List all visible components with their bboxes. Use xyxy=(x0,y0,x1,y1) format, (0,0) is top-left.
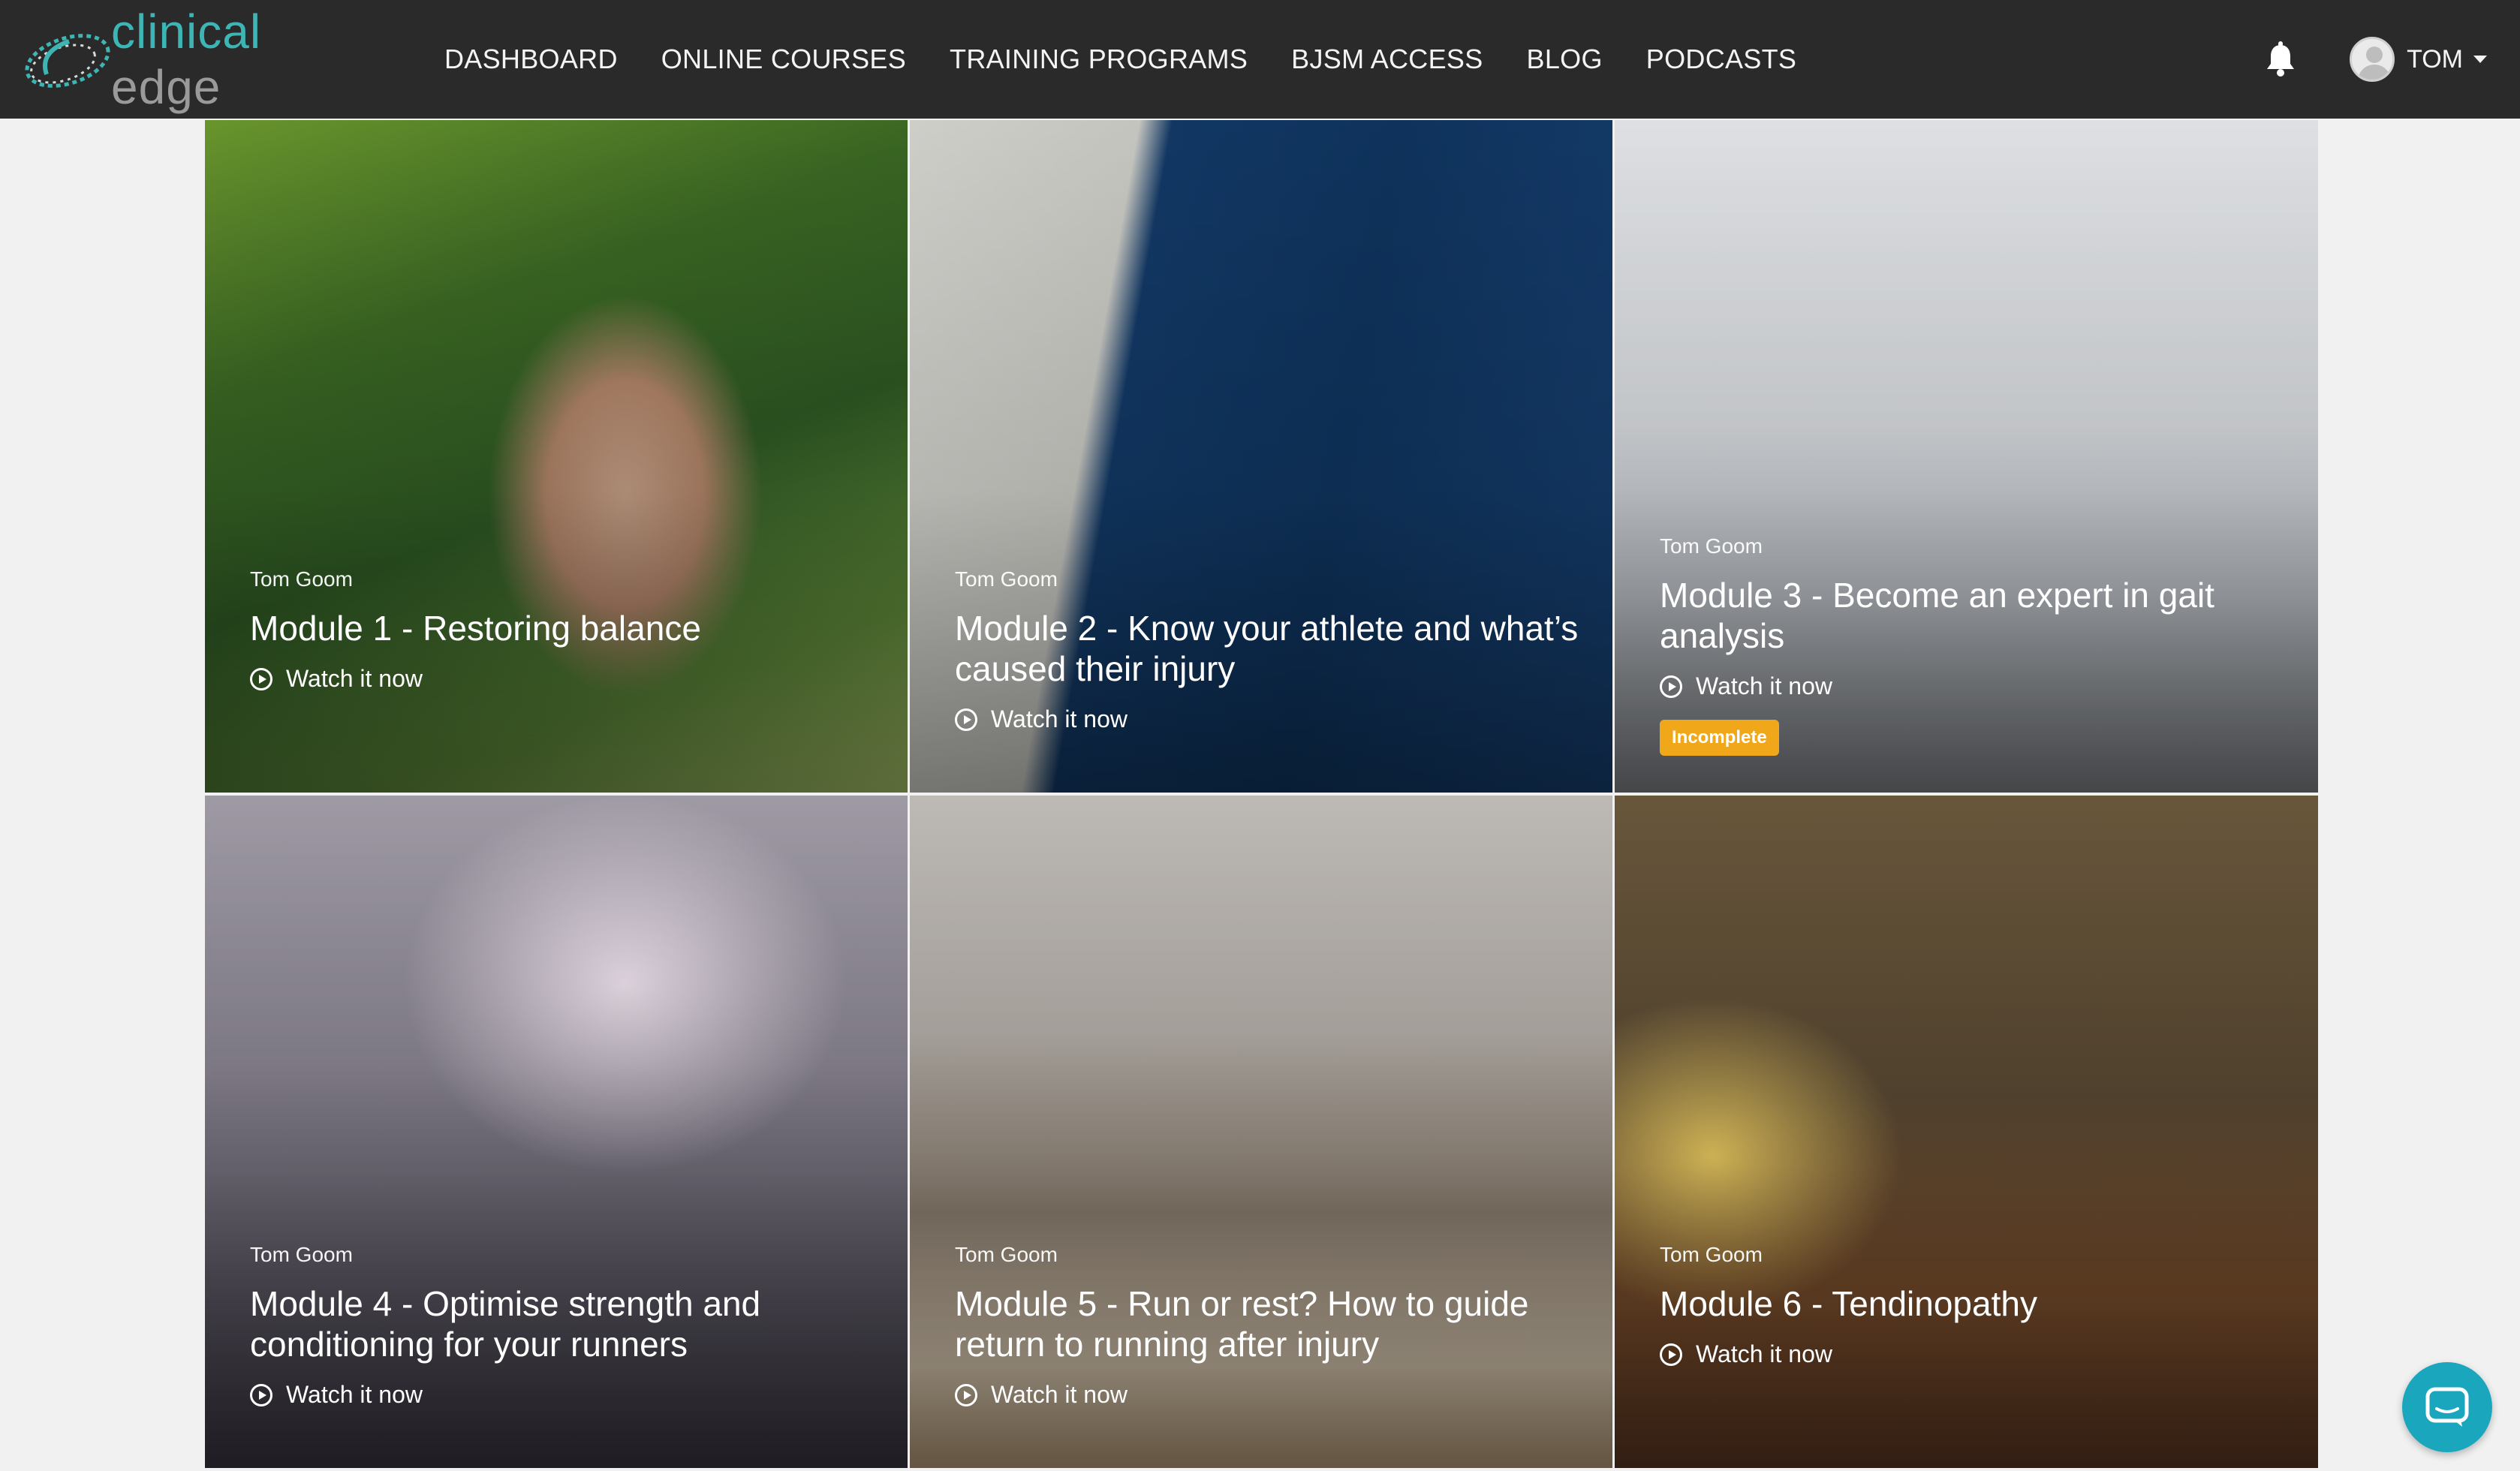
logo-swirl-icon xyxy=(17,22,114,97)
module-author: Tom Goom xyxy=(250,567,353,591)
watch-link[interactable]: Watch it now xyxy=(250,1381,878,1409)
chat-icon[interactable] xyxy=(2402,1362,2492,1452)
play-circle-icon xyxy=(250,1383,272,1406)
user-area: TOM xyxy=(2264,0,2487,119)
watch-link[interactable]: Watch it now xyxy=(250,665,878,693)
watch-link[interactable]: Watch it now xyxy=(1660,1340,2288,1368)
module-author: Tom Goom xyxy=(955,567,1058,591)
module-title: Module 6 - Tendinopathy xyxy=(1660,1284,2037,1323)
module-card-info: Tom Goom Module 1 - Restoring balance Wa… xyxy=(250,567,878,693)
brand-logo[interactable]: clinical edge xyxy=(17,5,384,114)
module-card-info: Tom Goom Module 5 - Run or rest? How to … xyxy=(955,1243,1582,1409)
module-card-6[interactable]: Tom Goom Module 6 - Tendinopathy Watch i… xyxy=(1615,796,2318,1468)
module-card-info: Tom Goom Module 3 - Become an expert in … xyxy=(1660,534,2288,756)
module-title: Module 3 - Become an expert in gait anal… xyxy=(1660,576,2214,655)
watch-link[interactable]: Watch it now xyxy=(955,1381,1582,1409)
play-circle-icon xyxy=(955,1383,977,1406)
nav-online-courses[interactable]: ONLINE COURSES xyxy=(661,44,906,75)
watch-label: Watch it now xyxy=(286,1381,423,1408)
watch-label: Watch it now xyxy=(286,665,423,692)
module-card-info: Tom Goom Module 2 - Know your athlete an… xyxy=(955,567,1582,733)
module-author: Tom Goom xyxy=(1660,1243,1763,1266)
avatar[interactable] xyxy=(2350,37,2395,82)
nav-podcasts[interactable]: PODCASTS xyxy=(1646,44,1796,75)
nav-blog[interactable]: BLOG xyxy=(1527,44,1603,75)
watch-link[interactable]: Watch it now xyxy=(955,705,1582,733)
watch-label: Watch it now xyxy=(991,1381,1128,1408)
module-card-info: Tom Goom Module 4 - Optimise strength an… xyxy=(250,1243,878,1409)
brand-name-secondary: edge xyxy=(111,60,221,114)
module-card-3[interactable]: Tom Goom Module 3 - Become an expert in … xyxy=(1615,120,2318,793)
module-author: Tom Goom xyxy=(1660,534,1763,558)
play-circle-icon xyxy=(1660,675,1682,698)
brand-name-primary: clinical xyxy=(111,5,262,59)
watch-label: Watch it now xyxy=(1696,672,1832,699)
bell-icon[interactable] xyxy=(2264,41,2297,78)
module-card-5[interactable]: Tom Goom Module 5 - Run or rest? How to … xyxy=(910,796,1612,1468)
module-card-info: Tom Goom Module 6 - Tendinopathy Watch i… xyxy=(1660,1243,2288,1368)
top-navbar: clinical edge DASHBOARD ONLINE COURSES T… xyxy=(0,0,2520,119)
nav-dashboard[interactable]: DASHBOARD xyxy=(444,44,618,75)
play-circle-icon xyxy=(250,667,272,690)
main-nav: DASHBOARD ONLINE COURSES TRAINING PROGRA… xyxy=(444,44,1840,75)
status-badge: Incomplete xyxy=(1660,720,1779,756)
play-circle-icon xyxy=(955,708,977,731)
watch-label: Watch it now xyxy=(991,705,1128,732)
module-grid: Tom Goom Module 1 - Restoring balance Wa… xyxy=(205,120,2318,1471)
watch-link[interactable]: Watch it now xyxy=(1660,672,2288,700)
module-title: Module 5 - Run or rest? How to guide ret… xyxy=(955,1284,1529,1364)
module-card-1[interactable]: Tom Goom Module 1 - Restoring balance Wa… xyxy=(205,120,908,793)
module-card-2[interactable]: Tom Goom Module 2 - Know your athlete an… xyxy=(910,120,1612,793)
module-author: Tom Goom xyxy=(955,1243,1058,1266)
nav-bjsm-access[interactable]: BJSM ACCESS xyxy=(1291,44,1483,75)
module-author: Tom Goom xyxy=(250,1243,353,1266)
module-card-4[interactable]: Tom Goom Module 4 - Optimise strength an… xyxy=(205,796,908,1468)
module-title: Module 2 - Know your athlete and what’s … xyxy=(955,609,1579,688)
user-menu-name[interactable]: TOM xyxy=(2407,45,2463,74)
chevron-down-icon[interactable] xyxy=(2473,56,2487,63)
brand-name: clinical edge xyxy=(111,4,384,115)
module-title: Module 1 - Restoring balance xyxy=(250,609,701,648)
watch-label: Watch it now xyxy=(1696,1340,1832,1367)
nav-training-programs[interactable]: TRAINING PROGRAMS xyxy=(950,44,1248,75)
module-title: Module 4 - Optimise strength and conditi… xyxy=(250,1284,761,1364)
play-circle-icon xyxy=(1660,1343,1682,1366)
